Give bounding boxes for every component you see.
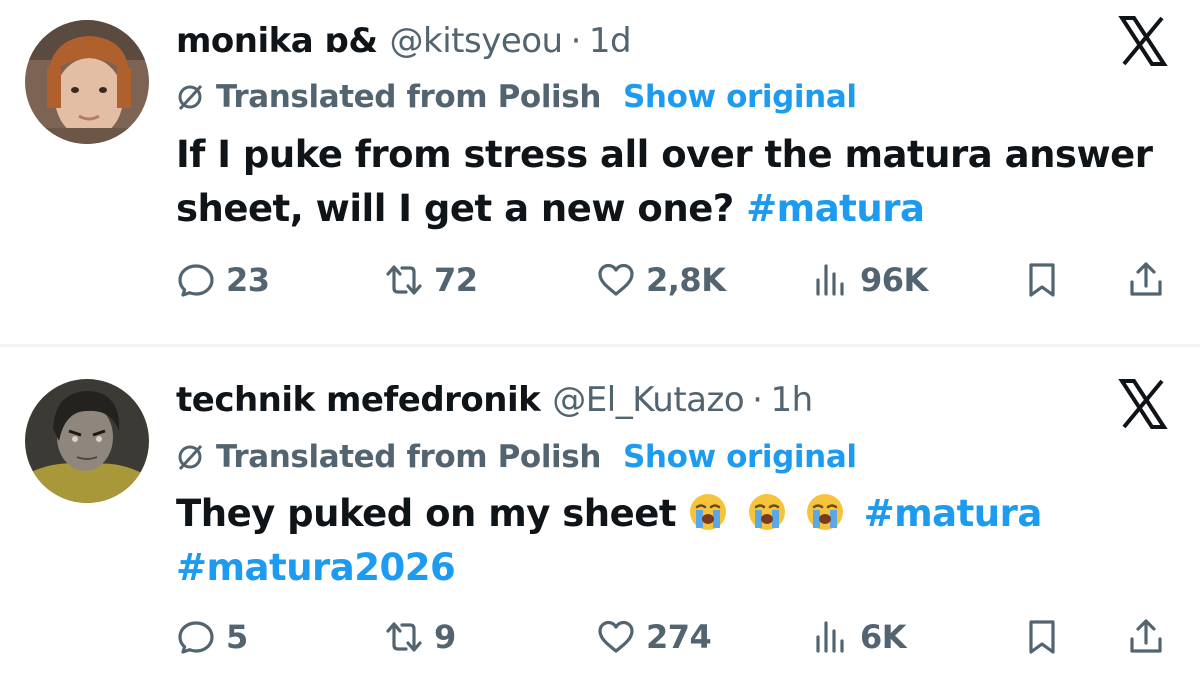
like-count: 274 [646,618,712,656]
x-logo-icon[interactable] [1116,14,1170,68]
reply-button[interactable]: 5 [176,612,248,662]
retweet-count: 9 [434,618,456,656]
bookmark-button[interactable] [1022,612,1062,662]
loudly-crying-face-icon [748,494,785,530]
avatar[interactable] [25,379,149,503]
like-button[interactable]: 274 [596,612,712,662]
translated-label: Translated from Polish [216,79,601,115]
action-bar: 5 9 274 6K [176,612,1170,662]
reply-icon [178,264,214,297]
show-original-link[interactable]: Show original [623,79,857,115]
author-name[interactable]: technik mefedronik [176,380,541,420]
views-icon [816,621,844,653]
translate-icon [178,444,203,471]
tweet-text: They puked on my sheet #matura #matura20… [176,487,1166,595]
tweet-header: technik mefedronik @El_Kutazo · 1h [176,377,813,423]
tweet-text: If I puke from stress all over the matur… [176,128,1166,236]
retweet-count: 72 [434,261,478,299]
emoji-group [688,492,863,535]
heart-icon [598,620,634,653]
separator-dot: · [752,380,763,420]
retweet-icon [386,265,422,295]
views-count: 96K [860,261,928,299]
tweet-header: monika ɒ& @kitsyeou · 1d [176,18,632,64]
reply-icon [178,621,214,654]
loudly-crying-face-icon [690,494,727,530]
tweet-text-content: They puked on my sheet [176,492,677,535]
heart-icon [598,263,634,296]
bookmark-button[interactable] [1022,255,1062,305]
translation-notice: Translated from Polish Show original [176,75,857,119]
views-button[interactable]: 96K [810,255,928,305]
bookmark-icon [1029,263,1055,297]
separator-dot: · [570,21,582,61]
hashtag-link[interactable]: #matura [864,492,1043,535]
author-handle[interactable]: @El_Kutazo [552,380,744,420]
avatar[interactable] [25,20,149,144]
x-logo-icon[interactable] [1116,377,1170,431]
like-count: 2,8K [646,261,726,299]
like-button[interactable]: 2,8K [596,255,726,305]
author-handle[interactable]: @kitsyeou [390,21,564,61]
translated-label: Translated from Polish [216,439,601,475]
hashtag-link[interactable]: #matura2026 [176,546,456,589]
retweet-button[interactable]: 9 [384,612,456,662]
share-icon [1130,619,1162,653]
translation-notice: Translated from Polish Show original [176,435,857,479]
views-count: 6K [860,618,907,656]
tweet[interactable]: monika ɒ& @kitsyeou · 1d Translated from… [0,0,1200,345]
share-button[interactable] [1126,255,1166,305]
translate-icon [178,84,203,111]
retweet-icon [386,622,422,652]
views-button[interactable]: 6K [810,612,907,662]
tweet[interactable]: technik mefedronik @El_Kutazo · 1h Trans… [0,347,1200,693]
loudly-crying-face-icon [807,494,844,530]
show-original-link[interactable]: Show original [623,439,857,475]
bookmark-icon [1029,620,1055,654]
timestamp[interactable]: 1d [589,21,632,61]
tweet-text-content: If I puke from stress all over the matur… [176,133,1153,230]
reply-count: 5 [226,618,248,656]
views-icon [816,264,844,296]
share-button[interactable] [1126,612,1166,662]
share-icon [1130,262,1162,296]
author-name[interactable]: monika ɒ& [176,21,378,61]
timestamp[interactable]: 1h [770,380,813,420]
action-bar: 23 72 2,8K 96K [176,255,1170,305]
retweet-button[interactable]: 72 [384,255,478,305]
hashtag-link[interactable]: #matura [746,187,925,230]
reply-count: 23 [226,261,270,299]
reply-button[interactable]: 23 [176,255,270,305]
